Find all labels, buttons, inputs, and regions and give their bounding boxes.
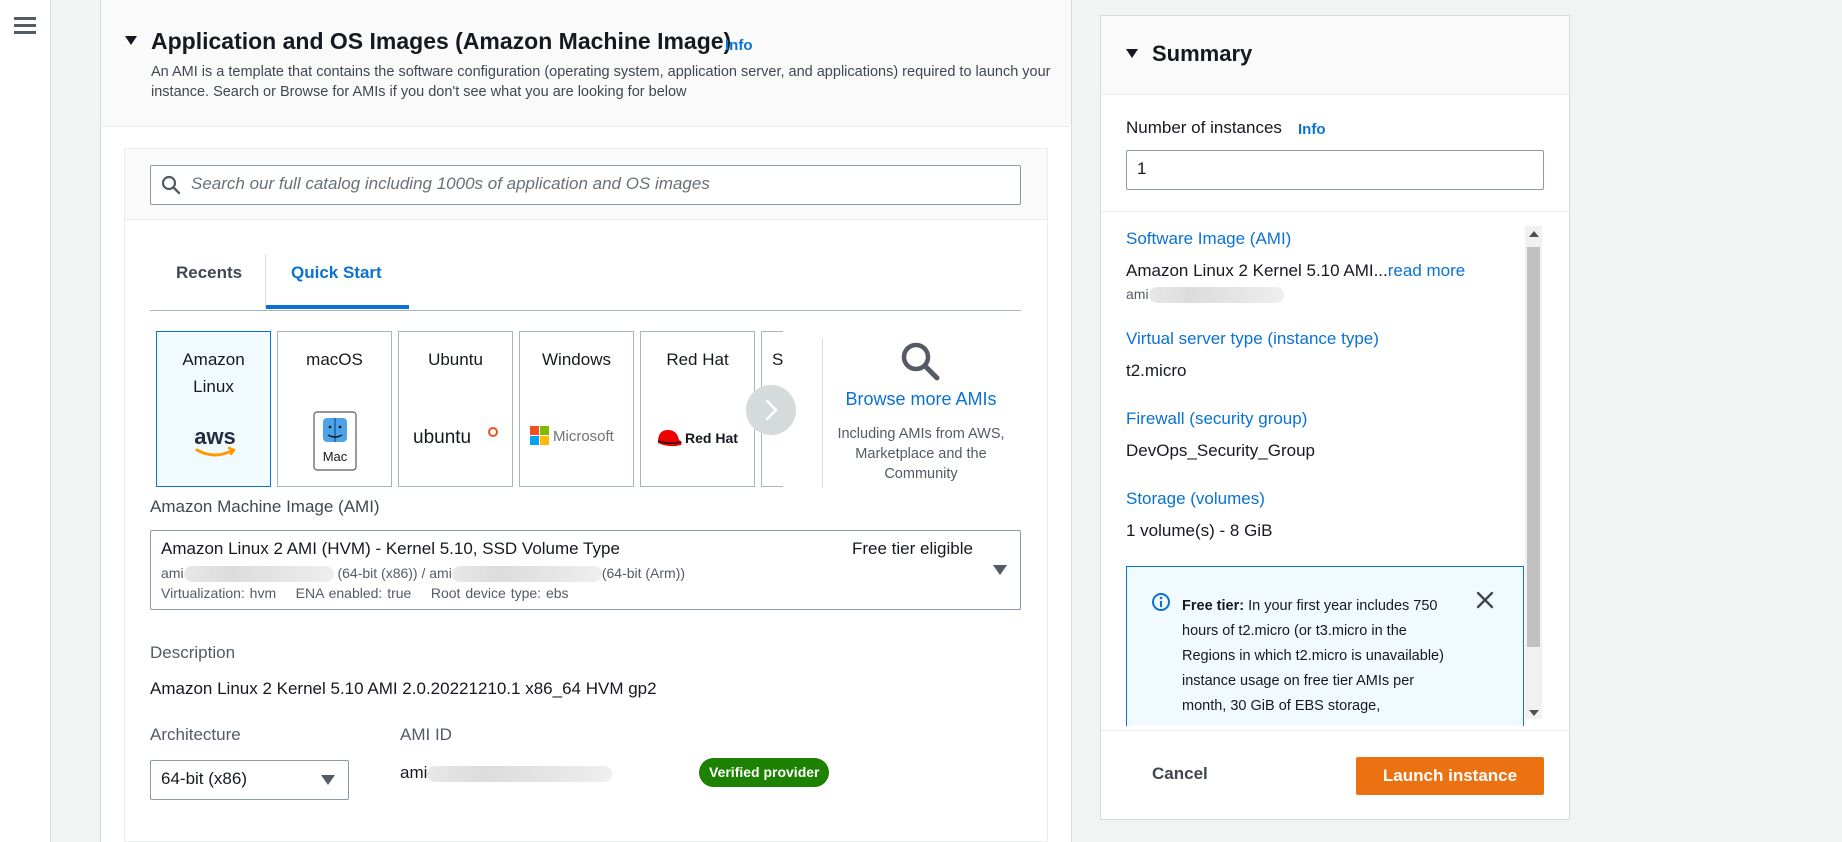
redacted-ami-id — [183, 566, 334, 583]
summary-title: Summary — [1152, 41, 1253, 66]
os-card-windows[interactable]: Windows Microsoft — [519, 331, 634, 487]
browse-more-amis-link[interactable]: Browse more AMIs — [835, 389, 1007, 410]
ami-selected-meta: Virtualization: hvm ENA enabled: true Ro… — [161, 585, 569, 601]
search-icon — [161, 175, 181, 195]
svg-text:Microsoft: Microsoft — [553, 428, 615, 445]
storage-value: 1 volume(s) - 8 GiB — [1126, 521, 1273, 540]
collapse-caret-icon[interactable] — [125, 36, 137, 45]
ami-info-link[interactable]: Info — [725, 37, 753, 54]
ami-id-prefix: ami — [400, 763, 428, 782]
os-card-label: Windows — [542, 350, 611, 369]
info-circle-icon — [1152, 593, 1170, 611]
description-label: Description — [150, 643, 236, 662]
tab-recents[interactable]: Recents — [176, 263, 242, 283]
num-instances-input[interactable] — [1126, 150, 1544, 190]
carousel-next-button[interactable] — [746, 385, 796, 435]
summary-footer-divider — [1101, 730, 1569, 731]
read-more-link[interactable]: read more — [1388, 261, 1465, 280]
os-card-label-text: Amazon Linux — [182, 350, 245, 396]
cancel-button[interactable]: Cancel — [1152, 764, 1208, 784]
storage-link[interactable]: Storage (volumes) — [1126, 489, 1265, 509]
verified-provider-badge: Verified provider — [699, 758, 830, 787]
scrollbar-thumb[interactable] — [1527, 247, 1540, 647]
ami-selector-container — [124, 148, 1048, 842]
software-image-value: Amazon Linux 2 Kernel 5.10 AMI...read mo… — [1126, 261, 1465, 281]
ami-select-label: Amazon Machine Image (AMI) — [150, 497, 380, 516]
ami-section-description: An AMI is a template that contains the s… — [151, 64, 1051, 100]
ami-selected-ids: ami (64-bit (x86)) / ami (64-bit (Arm)) — [161, 565, 686, 583]
redacted-ami-id — [1148, 287, 1284, 304]
svg-text:ubuntu: ubuntu — [413, 427, 471, 448]
ami-id-prefix: ami — [161, 565, 184, 581]
scroll-up-arrow-icon[interactable] — [1529, 231, 1539, 237]
hamburger-menu-icon[interactable] — [13, 15, 37, 37]
instance-type-value: t2.micro — [1126, 361, 1187, 380]
num-instances-label: Number of instances — [1126, 118, 1282, 137]
os-card-label: S — [772, 350, 783, 369]
description-value: Amazon Linux 2 Kernel 5.10 AMI 2.0.20221… — [150, 679, 657, 698]
launch-instance-button[interactable]: Launch instance — [1356, 757, 1544, 795]
summary-divider — [1101, 211, 1569, 212]
free-tier-title: Free tier: — [1182, 598, 1245, 614]
browse-more-subtext: Including AMIs from AWS, Marketplace and… — [837, 426, 1005, 482]
free-tier-body: In your first year includes 750 hours of… — [1182, 598, 1444, 714]
redacted-ami-id — [427, 765, 613, 782]
ami-section-title: Application and OS Images (Amazon Machin… — [151, 28, 732, 54]
software-image-link[interactable]: Software Image (AMI) — [1126, 229, 1291, 249]
software-image-id: ami — [1126, 286, 1284, 304]
left-nav-rail — [0, 0, 51, 842]
browse-search-icon[interactable] — [899, 340, 941, 382]
os-card-redhat[interactable]: Red Hat Red Hat — [640, 331, 755, 487]
ami-id-prefix: ami — [1126, 286, 1149, 302]
num-instances-value: 1 — [1137, 159, 1147, 178]
svg-text:Mac: Mac — [323, 449, 348, 464]
ubuntu-logo-icon: ubuntu — [413, 427, 498, 448]
tab-baseline — [150, 310, 1021, 311]
dropdown-caret-icon — [993, 565, 1007, 575]
os-card-label: Amazon Linux — [157, 346, 270, 400]
tab-quick-start[interactable]: Quick Start — [291, 263, 382, 283]
firewall-value: DevOps_Security_Group — [1126, 441, 1315, 460]
os-card-ubuntu[interactable]: Ubuntu ubuntu — [398, 331, 513, 487]
ami-id-label: AMI ID — [400, 725, 452, 744]
architecture-label: Architecture — [150, 725, 241, 744]
scroll-down-arrow-icon[interactable] — [1529, 710, 1539, 716]
browse-divider — [822, 338, 823, 488]
collapse-caret-icon[interactable] — [1126, 49, 1138, 58]
ami-id-suffix-arm: (64-bit (Arm)) — [601, 565, 686, 581]
software-image-name: Amazon Linux 2 Kernel 5.10 AMI... — [1126, 261, 1388, 280]
architecture-value: 64-bit (x86) — [161, 769, 247, 788]
os-card-label: Ubuntu — [428, 350, 483, 369]
aws-logo-icon: aws — [194, 424, 236, 457]
free-tier-text: Free tier: In your first year includes 7… — [1182, 594, 1452, 719]
redacted-ami-id — [451, 566, 602, 583]
os-card-label: macOS — [306, 350, 363, 369]
svg-text:Red Hat: Red Hat — [685, 430, 738, 446]
search-placeholder: Search our full catalog including 1000s … — [191, 174, 710, 193]
ami-id-value: ami — [400, 763, 613, 783]
ami-id-suffix-x86: (64-bit (x86)) / ami — [337, 565, 452, 581]
svg-text:aws: aws — [194, 424, 236, 449]
microsoft-logo-icon: Microsoft — [530, 426, 615, 445]
free-tier-eligible-label: Free tier eligible — [852, 539, 973, 558]
os-card-label: Red Hat — [666, 350, 729, 369]
instance-type-link[interactable]: Virtual server type (instance type) — [1126, 329, 1379, 349]
close-icon[interactable] — [1475, 590, 1495, 610]
os-card-amazon-linux[interactable]: Amazon Linux aws — [156, 331, 271, 487]
mac-finder-icon: Mac — [313, 411, 357, 471]
active-tab-indicator — [266, 305, 409, 309]
dropdown-caret-icon — [321, 775, 335, 785]
redhat-logo-icon: Red Hat — [657, 430, 738, 447]
firewall-link[interactable]: Firewall (security group) — [1126, 409, 1307, 429]
os-card-macos[interactable]: macOS Mac — [277, 331, 392, 487]
num-instances-info-link[interactable]: Info — [1298, 121, 1326, 138]
tab-divider — [265, 254, 266, 308]
ami-selected-name: Amazon Linux 2 AMI (HVM) - Kernel 5.10, … — [161, 539, 620, 558]
